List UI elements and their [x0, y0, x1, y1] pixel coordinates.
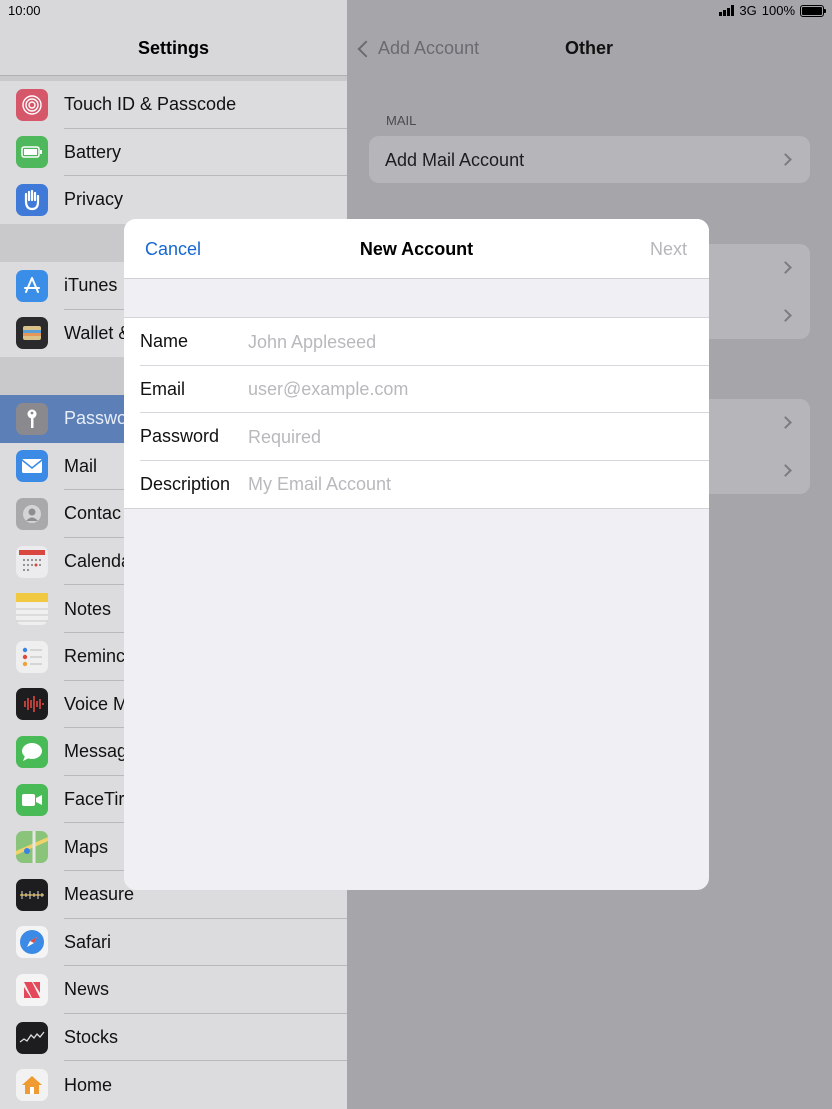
news-icon — [16, 973, 48, 1006]
sidebar-item-label: Passwo — [64, 408, 128, 429]
app-store-icon — [16, 269, 48, 302]
new-account-sheet: Cancel New Account Next Name Email Passw… — [124, 219, 709, 890]
safari-icon — [16, 926, 48, 959]
chevron-right-icon[interactable] — [779, 261, 792, 274]
sidebar-item-label: Voice M — [64, 693, 129, 714]
facetime-icon — [16, 783, 48, 816]
back-label: Add Account — [378, 38, 480, 58]
next-button[interactable]: Next — [650, 239, 687, 260]
add-mail-account-label: Add Mail Account — [385, 150, 525, 170]
add-mail-account-row[interactable]: Add Mail Account — [369, 136, 810, 183]
battery-icon — [800, 4, 826, 17]
sidebar-item-stocks[interactable]: Stocks — [0, 1014, 347, 1062]
chevron-right-icon[interactable] — [779, 309, 792, 322]
email-field[interactable] — [248, 373, 688, 406]
key-icon — [16, 402, 48, 435]
password-field[interactable] — [248, 421, 688, 453]
chevron-right-icon[interactable] — [779, 464, 792, 477]
sidebar-item-label: Calenda — [64, 551, 132, 572]
sidebar-item-label: Battery — [64, 141, 122, 162]
chevron-right-icon[interactable] — [779, 416, 792, 429]
network-type: 3G — [739, 3, 757, 18]
sidebar-item-label: Maps — [64, 836, 109, 857]
reminders-icon — [16, 640, 48, 673]
password-row: Password — [124, 413, 709, 461]
sheet-title: New Account — [359, 239, 474, 259]
notes-icon — [16, 593, 48, 626]
sidebar-item-privacy[interactable]: Privacy — [0, 176, 347, 224]
sidebar-item-label: FaceTir — [64, 789, 125, 810]
section-header-mail: MAIL — [386, 113, 417, 128]
home-icon — [16, 1069, 48, 1102]
sidebar-item-battery[interactable]: Battery — [0, 129, 347, 177]
description-row: Description — [124, 461, 709, 509]
account-form: Name Email Password Description — [124, 317, 709, 509]
status-time: 10:00 — [8, 3, 41, 18]
mail-icon — [16, 450, 48, 483]
voice-memos-icon — [16, 688, 48, 721]
chevron-left-icon — [357, 40, 375, 57]
cellular-signal-icon — [719, 5, 735, 16]
sidebar-item-label: News — [64, 979, 110, 1000]
sidebar-item-label: Home — [64, 1074, 113, 1095]
description-label: Description — [140, 473, 231, 494]
password-label: Password — [140, 426, 220, 446]
name-label: Name — [140, 331, 189, 351]
maps-icon — [16, 831, 48, 864]
sidebar-item-label: Safari — [64, 931, 112, 952]
name-field[interactable] — [248, 326, 688, 358]
stocks-icon — [16, 1021, 48, 1054]
sidebar-item-touch-id[interactable]: Touch ID & Passcode — [0, 81, 347, 129]
sidebar-item-label: Contac — [64, 503, 122, 524]
sidebar-item-label: Stocks — [64, 1027, 119, 1048]
back-button[interactable]: Add Account — [357, 38, 480, 59]
chevron-right-icon — [779, 153, 792, 166]
calendar-icon — [16, 545, 48, 578]
name-row: Name — [124, 318, 709, 366]
hand-icon — [16, 183, 48, 216]
sidebar-item-label: Mail — [64, 455, 98, 476]
description-field[interactable] — [248, 468, 688, 501]
wallet-icon — [16, 317, 48, 350]
sidebar-item-label: Wallet & — [64, 322, 131, 343]
settings-group-security: Touch ID & Passcode Battery Privacy — [0, 81, 347, 224]
settings-title: Settings — [137, 38, 209, 58]
contacts-icon — [16, 497, 48, 530]
fingerprint-icon — [16, 88, 48, 121]
detail-title: Other — [565, 38, 614, 58]
messages-icon — [16, 735, 48, 768]
sidebar-item-label: Messag — [64, 741, 128, 762]
email-label: Email — [140, 378, 186, 399]
sidebar-item-safari[interactable]: Safari — [0, 919, 347, 967]
sidebar-item-label: Reminc — [64, 646, 126, 667]
sidebar-item-label: Notes — [64, 598, 112, 619]
sidebar-item-news[interactable]: News — [0, 966, 347, 1014]
sidebar-item-label: Measure — [64, 884, 135, 905]
battery-percent: 100% — [761, 3, 795, 18]
sidebar-item-label: iTunes — [64, 275, 118, 296]
status-indicators: 3G 100% — [719, 3, 826, 18]
email-row: Email — [124, 366, 709, 413]
battery-icon — [16, 136, 48, 169]
status-bar: 10:00 3G 100% — [0, 0, 832, 22]
sidebar-item-label: Touch ID & Passcode — [64, 94, 237, 115]
sheet-nav-bar: Cancel New Account Next — [124, 219, 709, 279]
sidebar-item-home[interactable]: Home — [0, 1061, 347, 1109]
sidebar-item-label: Privacy — [64, 189, 124, 210]
measure-icon — [16, 878, 48, 911]
